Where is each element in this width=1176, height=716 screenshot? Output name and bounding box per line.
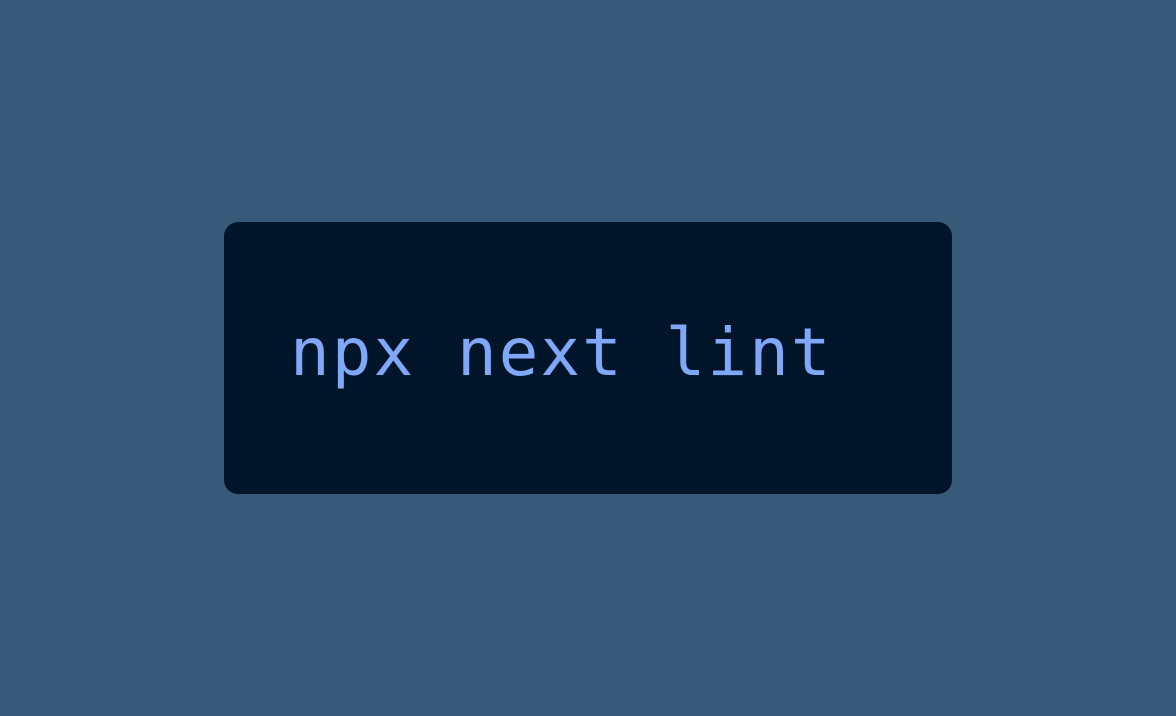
code-block: npx next lint	[224, 222, 952, 494]
command-text: npx next lint	[290, 314, 833, 391]
page-background: { "command": { "text": "npx next lint" }…	[0, 0, 1176, 716]
